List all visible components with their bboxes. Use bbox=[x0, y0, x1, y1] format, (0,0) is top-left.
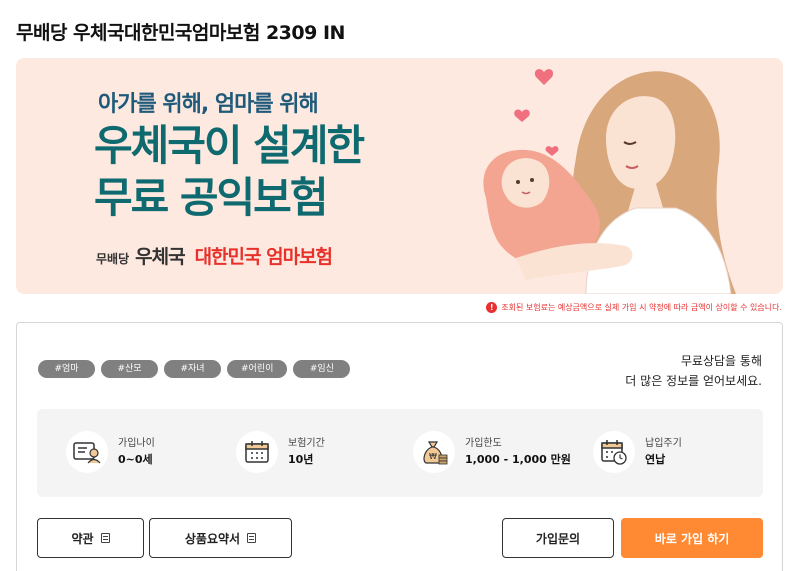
banner-headline-line2: 무료 공익보험 bbox=[94, 173, 328, 222]
tag-list: #엄마 #산모 #자녀 #어린이 #임신 bbox=[38, 360, 351, 378]
info-value: 10년 bbox=[288, 453, 314, 466]
tag-chip[interactable]: #산모 bbox=[101, 360, 158, 378]
mother-baby-illustration bbox=[483, 69, 736, 294]
info-item-age: 가입나이 0~0세 bbox=[66, 431, 155, 473]
consult-text: 무료상담을 통해 더 많은 정보를 얻어보세요. bbox=[625, 351, 762, 391]
tag-chip[interactable]: #엄마 bbox=[38, 360, 95, 378]
consult-line1: 무료상담을 통해 bbox=[680, 354, 762, 368]
terms-label: 약관 bbox=[71, 531, 94, 546]
banner-subtitle: 아가를 위해, 엄마를 위해 bbox=[98, 92, 319, 117]
product-card: #엄마 #산모 #자녀 #어린이 #임신 무료상담을 통해 더 많은 정보를 얻… bbox=[16, 322, 783, 571]
join-button[interactable]: 바로 가입 하기 bbox=[621, 518, 763, 558]
inquiry-button[interactable]: 가입문의 bbox=[502, 518, 614, 558]
tag-chip[interactable]: #어린이 bbox=[227, 360, 288, 378]
info-label: 보험기간 bbox=[288, 438, 325, 449]
page-title: 무배당 우체국대한민국엄마보험 2309 IN bbox=[16, 22, 345, 44]
info-label: 가입한도 bbox=[465, 438, 502, 449]
banner-headline-line1: 우체국이 설계한 bbox=[94, 121, 365, 170]
tag-chip[interactable]: #임신 bbox=[293, 360, 351, 378]
alert-icon: ! bbox=[486, 302, 498, 313]
summary-label: 상품요약서 bbox=[184, 531, 241, 546]
summary-button[interactable]: 상품요약서 bbox=[149, 518, 292, 558]
tag-chip[interactable]: #자녀 bbox=[164, 360, 221, 378]
info-item-period: 보험기간 10년 bbox=[236, 431, 325, 473]
brand-post: 우체국 bbox=[135, 246, 185, 268]
join-label: 바로 가입 하기 bbox=[654, 531, 730, 546]
consult-line2: 더 많은 정보를 얻어보세요. bbox=[625, 374, 762, 388]
calendar-icon bbox=[236, 431, 278, 473]
info-value: 1,000 - 1,000 만원 bbox=[465, 453, 571, 466]
info-item-limit: ₩ 가입한도 1,000 - 1,000 만원 bbox=[413, 431, 571, 473]
info-value: 연납 bbox=[645, 453, 666, 466]
document-icon bbox=[100, 533, 110, 543]
banner-headline: 우체국이 설계한 무료 공익보험 bbox=[94, 120, 365, 224]
svg-text:₩: ₩ bbox=[429, 452, 437, 461]
info-label: 가입나이 bbox=[118, 438, 155, 449]
notice-text: 조회된 보험료는 예상금액으로 실제 가입 시 약정에 따라 금액이 상이할 수… bbox=[501, 303, 782, 312]
money-bag-icon: ₩ bbox=[413, 431, 455, 473]
document-icon bbox=[247, 533, 257, 543]
calendar-clock-icon bbox=[593, 431, 635, 473]
heart-icon bbox=[514, 69, 559, 156]
premium-notice: ! 조회된 보험료는 예상금액으로 실제 가입 시 약정에 따라 금액이 상이할… bbox=[486, 302, 782, 313]
info-label: 납입주기 bbox=[645, 438, 682, 449]
info-item-cycle: 납입주기 연납 bbox=[593, 431, 682, 473]
info-value: 0~0세 bbox=[118, 453, 153, 466]
banner-brand: 무배당 우체국 대한민국 엄마보험 bbox=[96, 242, 333, 269]
product-info-box: 가입나이 0~0세 보험기간 10년 ₩ 가입한도 1,000 - 1,000 … bbox=[37, 409, 763, 497]
terms-button[interactable]: 약관 bbox=[37, 518, 144, 558]
id-card-icon bbox=[66, 431, 108, 473]
brand-product: 대한민국 엄마보험 bbox=[194, 246, 333, 268]
promo-banner: 아가를 위해, 엄마를 위해 우체국이 설계한 무료 공익보험 무배당 우체국 … bbox=[16, 58, 783, 294]
inquiry-label: 가입문의 bbox=[535, 531, 581, 546]
brand-prefix: 무배당 bbox=[96, 252, 130, 266]
